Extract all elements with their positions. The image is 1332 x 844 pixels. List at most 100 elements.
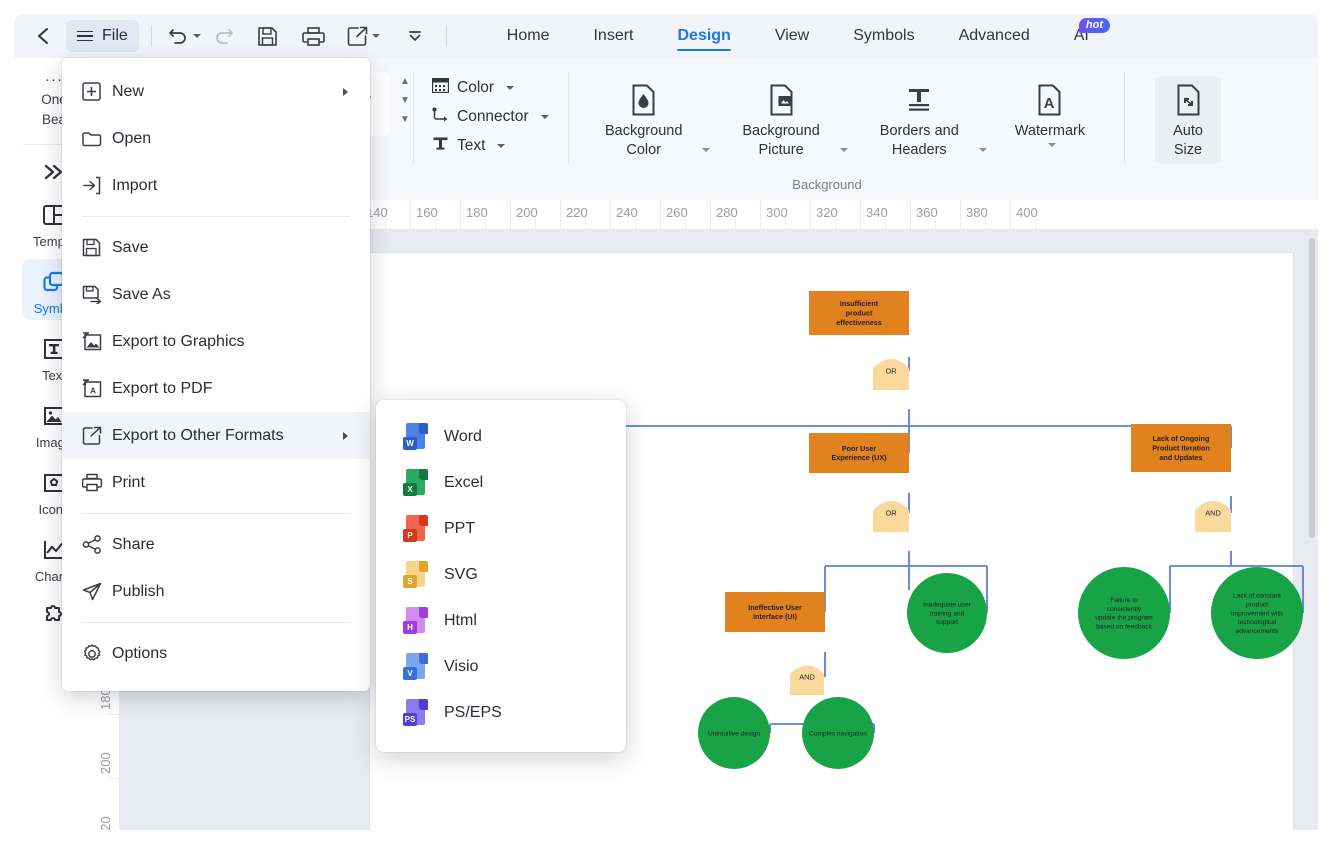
color-command-label: Color: [457, 79, 495, 96]
menu-item-save-as[interactable]: Save As: [62, 271, 370, 318]
tab-view[interactable]: View: [753, 14, 831, 58]
undo-button[interactable]: [164, 19, 205, 53]
spinner-up-icon[interactable]: ▲: [400, 77, 410, 87]
export-item-ps-eps[interactable]: PS PS/EPS: [376, 690, 626, 736]
chevron-down-icon[interactable]: [540, 115, 549, 119]
borders-headers-dropdown-icon[interactable]: [978, 148, 987, 152]
ruler-label: 180: [466, 205, 488, 220]
borders-headers-button[interactable]: Borders and Headers: [870, 76, 969, 164]
background-color-button[interactable]: Background Color: [595, 76, 692, 164]
svg-file-icon: S: [402, 560, 428, 590]
export-item-html[interactable]: H Html: [376, 598, 626, 644]
watermark-dropdown-icon[interactable]: [1047, 143, 1056, 147]
node-label: Unintuitive design: [708, 730, 760, 737]
export-item-svg[interactable]: S SVG: [376, 552, 626, 598]
back-button[interactable]: [26, 19, 60, 53]
export-item-excel[interactable]: X Excel: [376, 460, 626, 506]
tab-label: Symbols: [853, 27, 915, 44]
menu-item-open[interactable]: Open: [62, 115, 370, 162]
menu-item-options[interactable]: Options: [62, 630, 370, 677]
more-commands-button[interactable]: [398, 19, 432, 53]
ribbon-tab-bar: Home Insert Design View Symbols Advanced AI hot: [485, 14, 1111, 58]
menu-item-publish[interactable]: Publish: [62, 568, 370, 615]
diagram-node-g4[interactable]: AND: [790, 665, 824, 695]
text-command[interactable]: Text: [432, 136, 569, 156]
background-picture-label-1: Background: [742, 123, 820, 139]
print-icon: [82, 473, 112, 492]
menu-item-export-to-pdf[interactable]: A Export to PDF: [62, 365, 370, 412]
chevron-down-icon[interactable]: [506, 86, 515, 90]
borders-headers-label-1: Borders and: [879, 123, 959, 139]
ruler-tick: [710, 200, 711, 229]
background-color-dropdown-icon[interactable]: [702, 148, 711, 152]
diagram-node-g2[interactable]: OR: [873, 500, 909, 532]
svg-text:A: A: [1044, 95, 1055, 112]
tab-label: Design: [677, 27, 731, 44]
diagram-node-const[interactable]: Lack of constant product improvement with t…: [1211, 567, 1303, 659]
tab-design[interactable]: Design: [655, 14, 752, 58]
tab-advanced[interactable]: Advanced: [937, 14, 1052, 58]
menu-item-save[interactable]: Save: [62, 224, 370, 271]
export-item-visio[interactable]: V Visio: [376, 644, 626, 690]
file-menu-button[interactable]: File: [66, 20, 139, 52]
menu-item-print[interactable]: Print: [62, 459, 370, 506]
menu-item-import[interactable]: Import: [62, 162, 370, 209]
background-color-label-2: Color: [626, 142, 662, 158]
diagram-node-unint[interactable]: Unintuitive design: [698, 697, 770, 769]
spinner-more-icon[interactable]: ▼: [400, 115, 410, 125]
diagram-node-g1[interactable]: OR: [873, 358, 909, 390]
export-share-button[interactable]: [343, 19, 384, 53]
diagram-node-complex[interactable]: Complex navigation: [802, 697, 874, 769]
ruler-label-vertical: 220: [98, 816, 113, 830]
export-dropdown-icon[interactable]: [371, 34, 380, 38]
diagram-node-ui[interactable]: Ineffective User Interface (UI): [725, 592, 825, 632]
tab-symbols[interactable]: Symbols: [831, 14, 936, 58]
export-item-label: SVG: [444, 566, 478, 583]
menu-divider: [82, 216, 350, 217]
tab-insert[interactable]: Insert: [571, 14, 655, 58]
background-color-label-1: Background: [605, 123, 683, 139]
diagram-node-g3[interactable]: AND: [1195, 500, 1231, 532]
print-button[interactable]: [297, 19, 331, 53]
node-label: Lack of constant product improvement with t…: [1231, 593, 1283, 635]
shape-style-spinner[interactable]: ▲ ▼ ▼: [400, 77, 410, 200]
menu-item-new[interactable]: New: [62, 68, 370, 115]
diagram-node-lack[interactable]: Lack of Ongoing Product Iteration and Upda…: [1131, 424, 1231, 472]
auto-size-label-1: Auto: [1173, 123, 1203, 139]
export-item-ppt[interactable]: P PPT: [376, 506, 626, 552]
diagram-node-train[interactable]: Inadequate user training and support: [907, 573, 987, 653]
watermark-icon: A: [1036, 80, 1063, 120]
file-menu-label: File: [102, 27, 128, 44]
ruler-tick: [660, 200, 661, 229]
new-plus-icon: [82, 82, 112, 101]
tab-ai[interactable]: AI hot: [1052, 14, 1111, 58]
tab-home[interactable]: Home: [485, 14, 572, 58]
background-picture-button[interactable]: Background Picture: [732, 76, 829, 164]
diagram-node-fail[interactable]: Failure to consistently update the program…: [1078, 567, 1170, 659]
toolbar-divider-2: [445, 25, 447, 47]
background-picture-dropdown-icon[interactable]: [839, 148, 848, 152]
ruler-label: 220: [566, 205, 588, 220]
undo-dropdown-icon[interactable]: [192, 34, 201, 38]
menu-item-share[interactable]: Share: [62, 521, 370, 568]
auto-size-button[interactable]: Auto Size: [1155, 76, 1221, 164]
connector-command-label: Connector: [457, 108, 529, 125]
export-formats-submenu: W Word X Excel P PPT S SVG H Html V Visio PS PS/EPS: [376, 400, 626, 752]
export-item-word[interactable]: W Word: [376, 414, 626, 460]
watermark-button[interactable]: A Watermark: [1005, 76, 1095, 151]
tab-label: Advanced: [958, 27, 1030, 44]
background-picture-label-2: Picture: [758, 142, 804, 158]
diagram-node-root[interactable]: Insufficient product effectiveness: [809, 291, 909, 335]
menu-item-export-to-graphics[interactable]: Export to Graphics: [62, 318, 370, 365]
background-group-label: Background: [792, 177, 862, 192]
save-button[interactable]: [251, 19, 285, 53]
color-command[interactable]: Color: [431, 77, 569, 98]
redo-button[interactable]: [207, 19, 241, 53]
ruler-tick: [560, 200, 561, 229]
connector-command[interactable]: Connector: [432, 107, 569, 127]
diagram-node-ux[interactable]: Poor User Experience (UX): [809, 433, 909, 473]
spinner-down-icon[interactable]: ▼: [400, 96, 410, 106]
visio-file-icon: V: [402, 652, 428, 682]
chevron-down-icon[interactable]: [497, 144, 506, 148]
menu-item-export-to-other-formats[interactable]: Export to Other Formats: [62, 412, 370, 459]
